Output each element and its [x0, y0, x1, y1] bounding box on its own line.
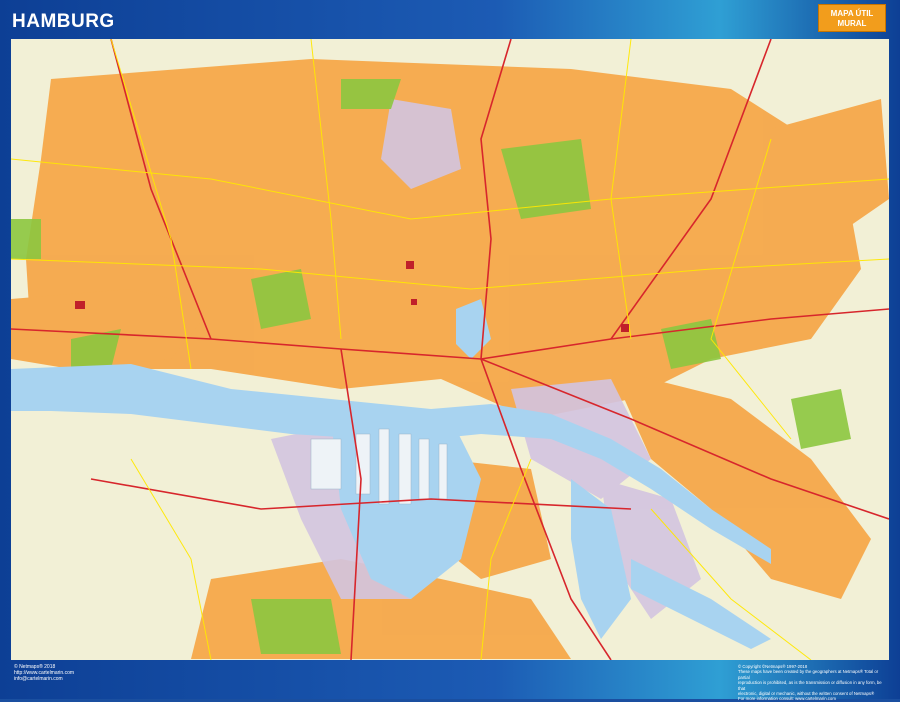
map-canvas[interactable] — [11, 39, 889, 660]
legal-line-3: reproduction is prohibited, as is the tr… — [738, 680, 882, 691]
map-title: HAMBURG — [12, 11, 115, 32]
map-drawing — [11, 39, 889, 660]
footer-legal: © Copyright ©Netmaps® 1997-2018 These ma… — [738, 664, 888, 702]
legal-line-5: For more information consult: www.cartel… — [738, 696, 836, 702]
badge-line-1: MAPA ÚTIL — [830, 9, 874, 18]
brand-badge: MAPA ÚTIL MURAL — [818, 4, 886, 32]
footer-email-link[interactable]: info@cartelmarin.com — [14, 676, 74, 682]
legal-line-2: These maps have been created by the geog… — [738, 669, 879, 680]
footer-credits: © Netmaps® 2018 http://www.cartelmarin.c… — [14, 664, 74, 682]
badge-line-2: MURAL — [837, 19, 867, 28]
